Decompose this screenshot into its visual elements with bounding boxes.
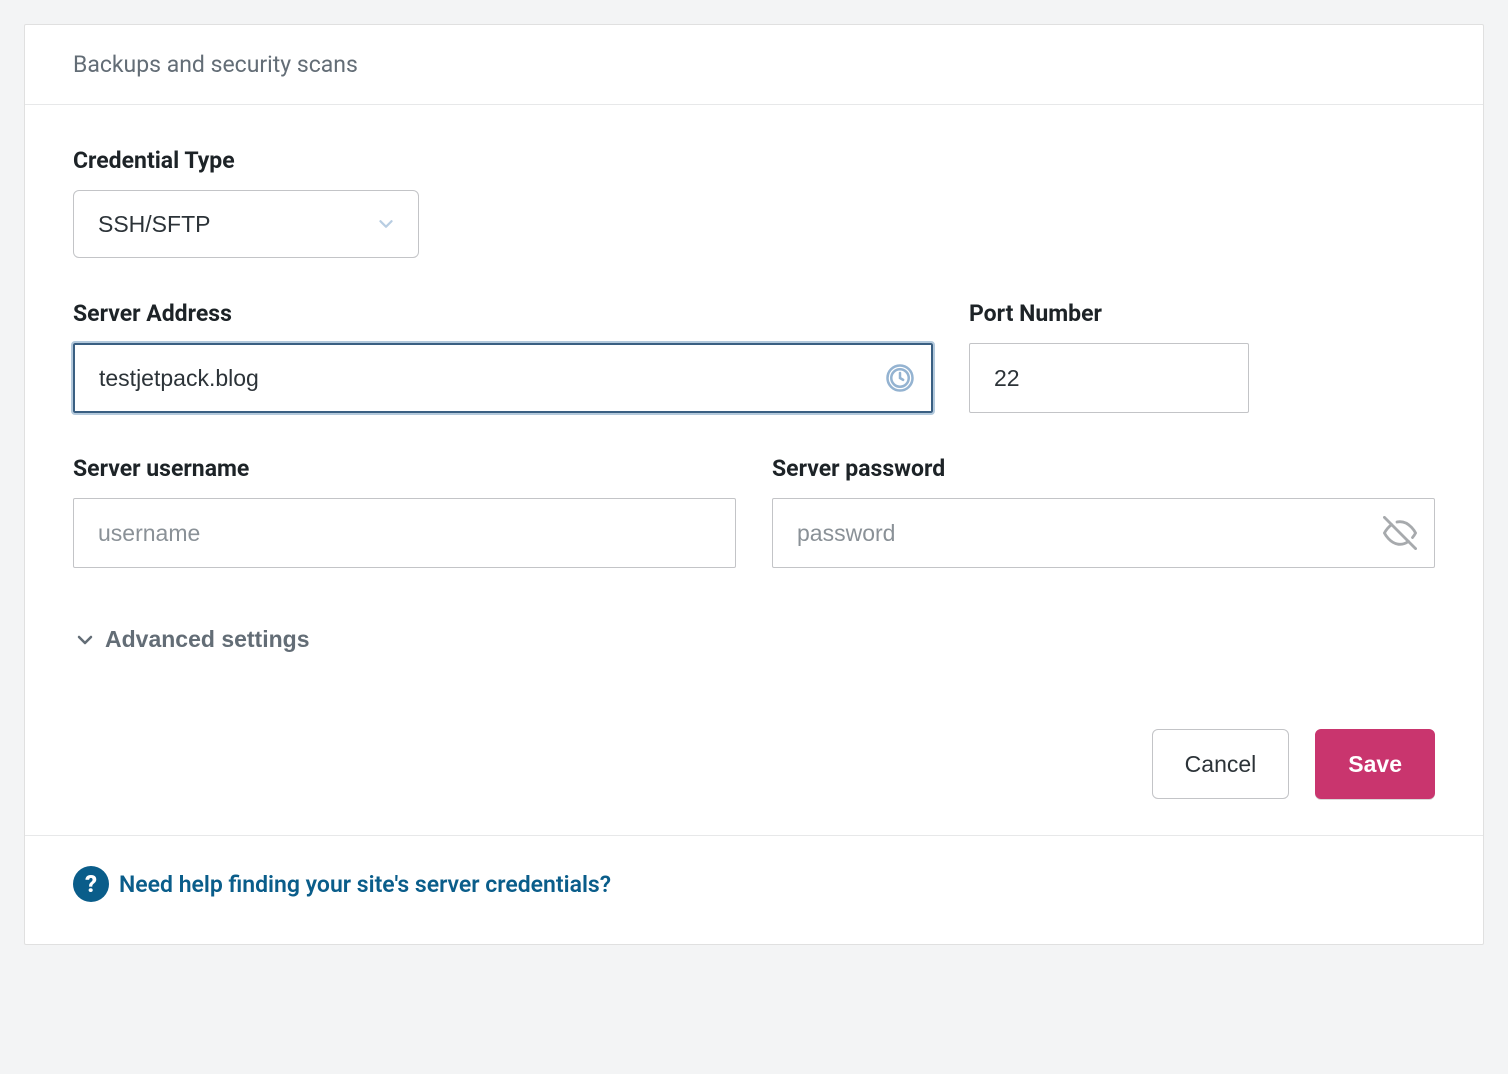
cancel-button[interactable]: Cancel: [1152, 729, 1290, 799]
panel-title: Backups and security scans: [73, 51, 1435, 78]
panel-body: Credential Type SSH/SFTP Server Address: [25, 105, 1483, 835]
help-link[interactable]: ? Need help finding your site's server c…: [73, 866, 611, 902]
server-username-label: Server username: [73, 455, 736, 482]
username-password-row: Server username Server password: [73, 455, 1435, 568]
question-circle-icon: ?: [73, 866, 109, 902]
port-number-field: Port Number: [969, 300, 1249, 413]
server-address-label: Server Address: [73, 300, 933, 327]
server-password-input-wrap: [772, 498, 1435, 568]
advanced-settings-label: Advanced settings: [105, 626, 310, 653]
credential-type-field: Credential Type SSH/SFTP: [73, 147, 1435, 258]
form-actions: Cancel Save: [73, 729, 1435, 799]
server-address-input-wrap: [73, 343, 933, 413]
server-password-input[interactable]: [772, 498, 1435, 568]
panel-footer: ? Need help finding your site's server c…: [25, 835, 1483, 944]
port-number-input[interactable]: [969, 343, 1249, 413]
port-number-label: Port Number: [969, 300, 1249, 327]
server-username-field: Server username: [73, 455, 736, 568]
help-link-text: Need help finding your site's server cre…: [119, 871, 611, 898]
eye-off-icon[interactable]: [1383, 516, 1417, 550]
credential-type-select[interactable]: SSH/SFTP: [73, 190, 419, 258]
advanced-settings-toggle[interactable]: Advanced settings: [73, 620, 310, 659]
credentials-panel: Backups and security scans Credential Ty…: [24, 24, 1484, 945]
credential-type-label: Credential Type: [73, 147, 1435, 174]
clock-icon: [885, 363, 915, 393]
server-address-input[interactable]: [73, 343, 933, 413]
server-username-input[interactable]: [73, 498, 736, 568]
server-address-field: Server Address: [73, 300, 933, 413]
save-button[interactable]: Save: [1315, 729, 1435, 799]
chevron-down-icon: [73, 628, 97, 652]
server-password-field: Server password: [772, 455, 1435, 568]
server-password-label: Server password: [772, 455, 1435, 482]
panel-header: Backups and security scans: [25, 25, 1483, 105]
address-port-row: Server Address Port Number: [73, 300, 1435, 413]
credential-type-select-wrap: SSH/SFTP: [73, 190, 419, 258]
